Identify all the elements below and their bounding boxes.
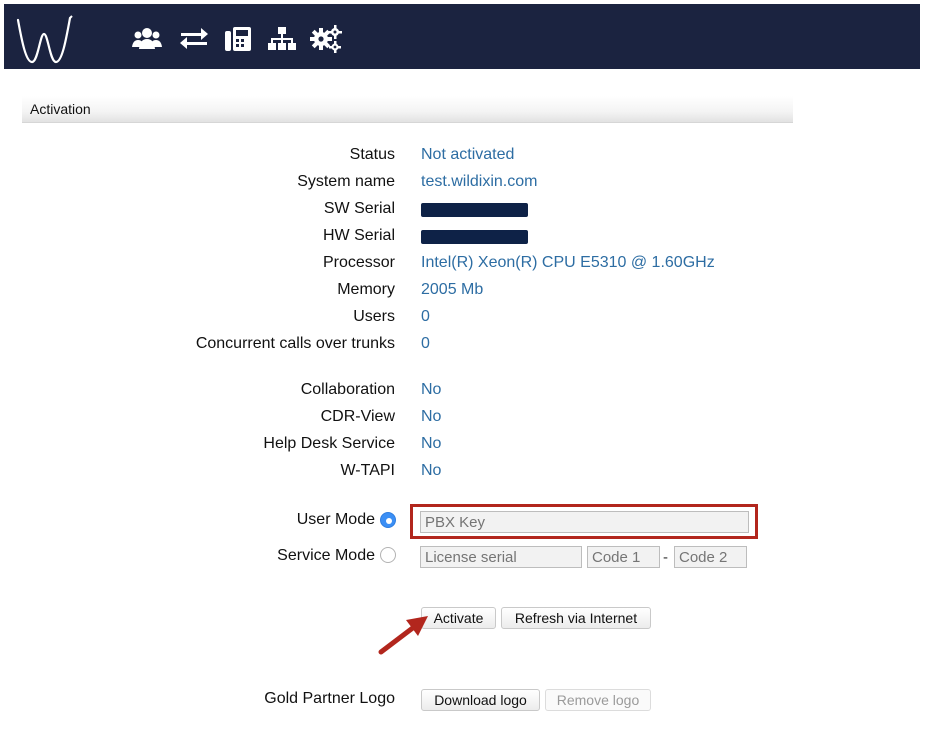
status-value: Not activated (421, 146, 515, 163)
pointer-arrow (378, 616, 428, 655)
collaboration-label: Collaboration (300, 381, 395, 398)
hw-serial-redaction (421, 230, 528, 244)
org-chart-icon[interactable] (266, 24, 298, 54)
pbx-key-input[interactable] (420, 511, 749, 533)
code-separator: - (663, 549, 668, 566)
collaboration-value: No (421, 381, 442, 398)
processor-value: Intel(R) Xeon(R) CPU E5310 @ 1.60GHz (421, 254, 715, 271)
users-label: Users (353, 308, 395, 325)
user-mode-radio[interactable] (380, 512, 396, 528)
service-mode-label: Service Mode (277, 547, 375, 564)
cdr-view-label: CDR-View (320, 408, 395, 425)
section-header: Activation (22, 96, 793, 123)
code2-input[interactable] (674, 546, 747, 568)
remove-logo-button[interactable]: Remove logo (545, 689, 651, 711)
users-value: 0 (421, 308, 430, 325)
gold-partner-logo-label: Gold Partner Logo (264, 690, 395, 707)
w-tapi-label: W-TAPI (340, 462, 395, 479)
w-tapi-value: No (421, 462, 442, 479)
gears-icon[interactable] (310, 24, 342, 54)
hw-serial-label: HW Serial (322, 227, 395, 244)
download-logo-button[interactable]: Download logo (421, 689, 540, 711)
concurrent-calls-label: Concurrent calls over trunks (195, 335, 395, 352)
fax-icon[interactable] (222, 24, 254, 54)
users-icon[interactable] (131, 24, 163, 54)
section-title: Activation (30, 101, 91, 117)
transfer-icon[interactable] (178, 24, 210, 54)
help-desk-value: No (421, 435, 442, 452)
wildix-logo[interactable] (12, 12, 76, 64)
sw-serial-label: SW Serial (323, 200, 395, 217)
user-mode-label: User Mode (296, 511, 375, 528)
processor-label: Processor (322, 254, 395, 271)
memory-value: 2005 Mb (421, 281, 484, 298)
system-name-value: test.wildixin.com (421, 173, 538, 190)
license-serial-input[interactable] (420, 546, 582, 568)
sw-serial-redaction (421, 203, 528, 217)
code1-input[interactable] (587, 546, 660, 568)
refresh-via-internet-button[interactable]: Refresh via Internet (501, 607, 651, 629)
service-mode-radio[interactable] (380, 547, 396, 563)
top-navigation-bar (4, 4, 920, 69)
memory-label: Memory (337, 281, 395, 298)
status-label: Status (349, 146, 395, 163)
concurrent-calls-value: 0 (421, 335, 430, 352)
help-desk-label: Help Desk Service (263, 435, 395, 452)
cdr-view-value: No (421, 408, 442, 425)
system-name-label: System name (297, 173, 395, 190)
